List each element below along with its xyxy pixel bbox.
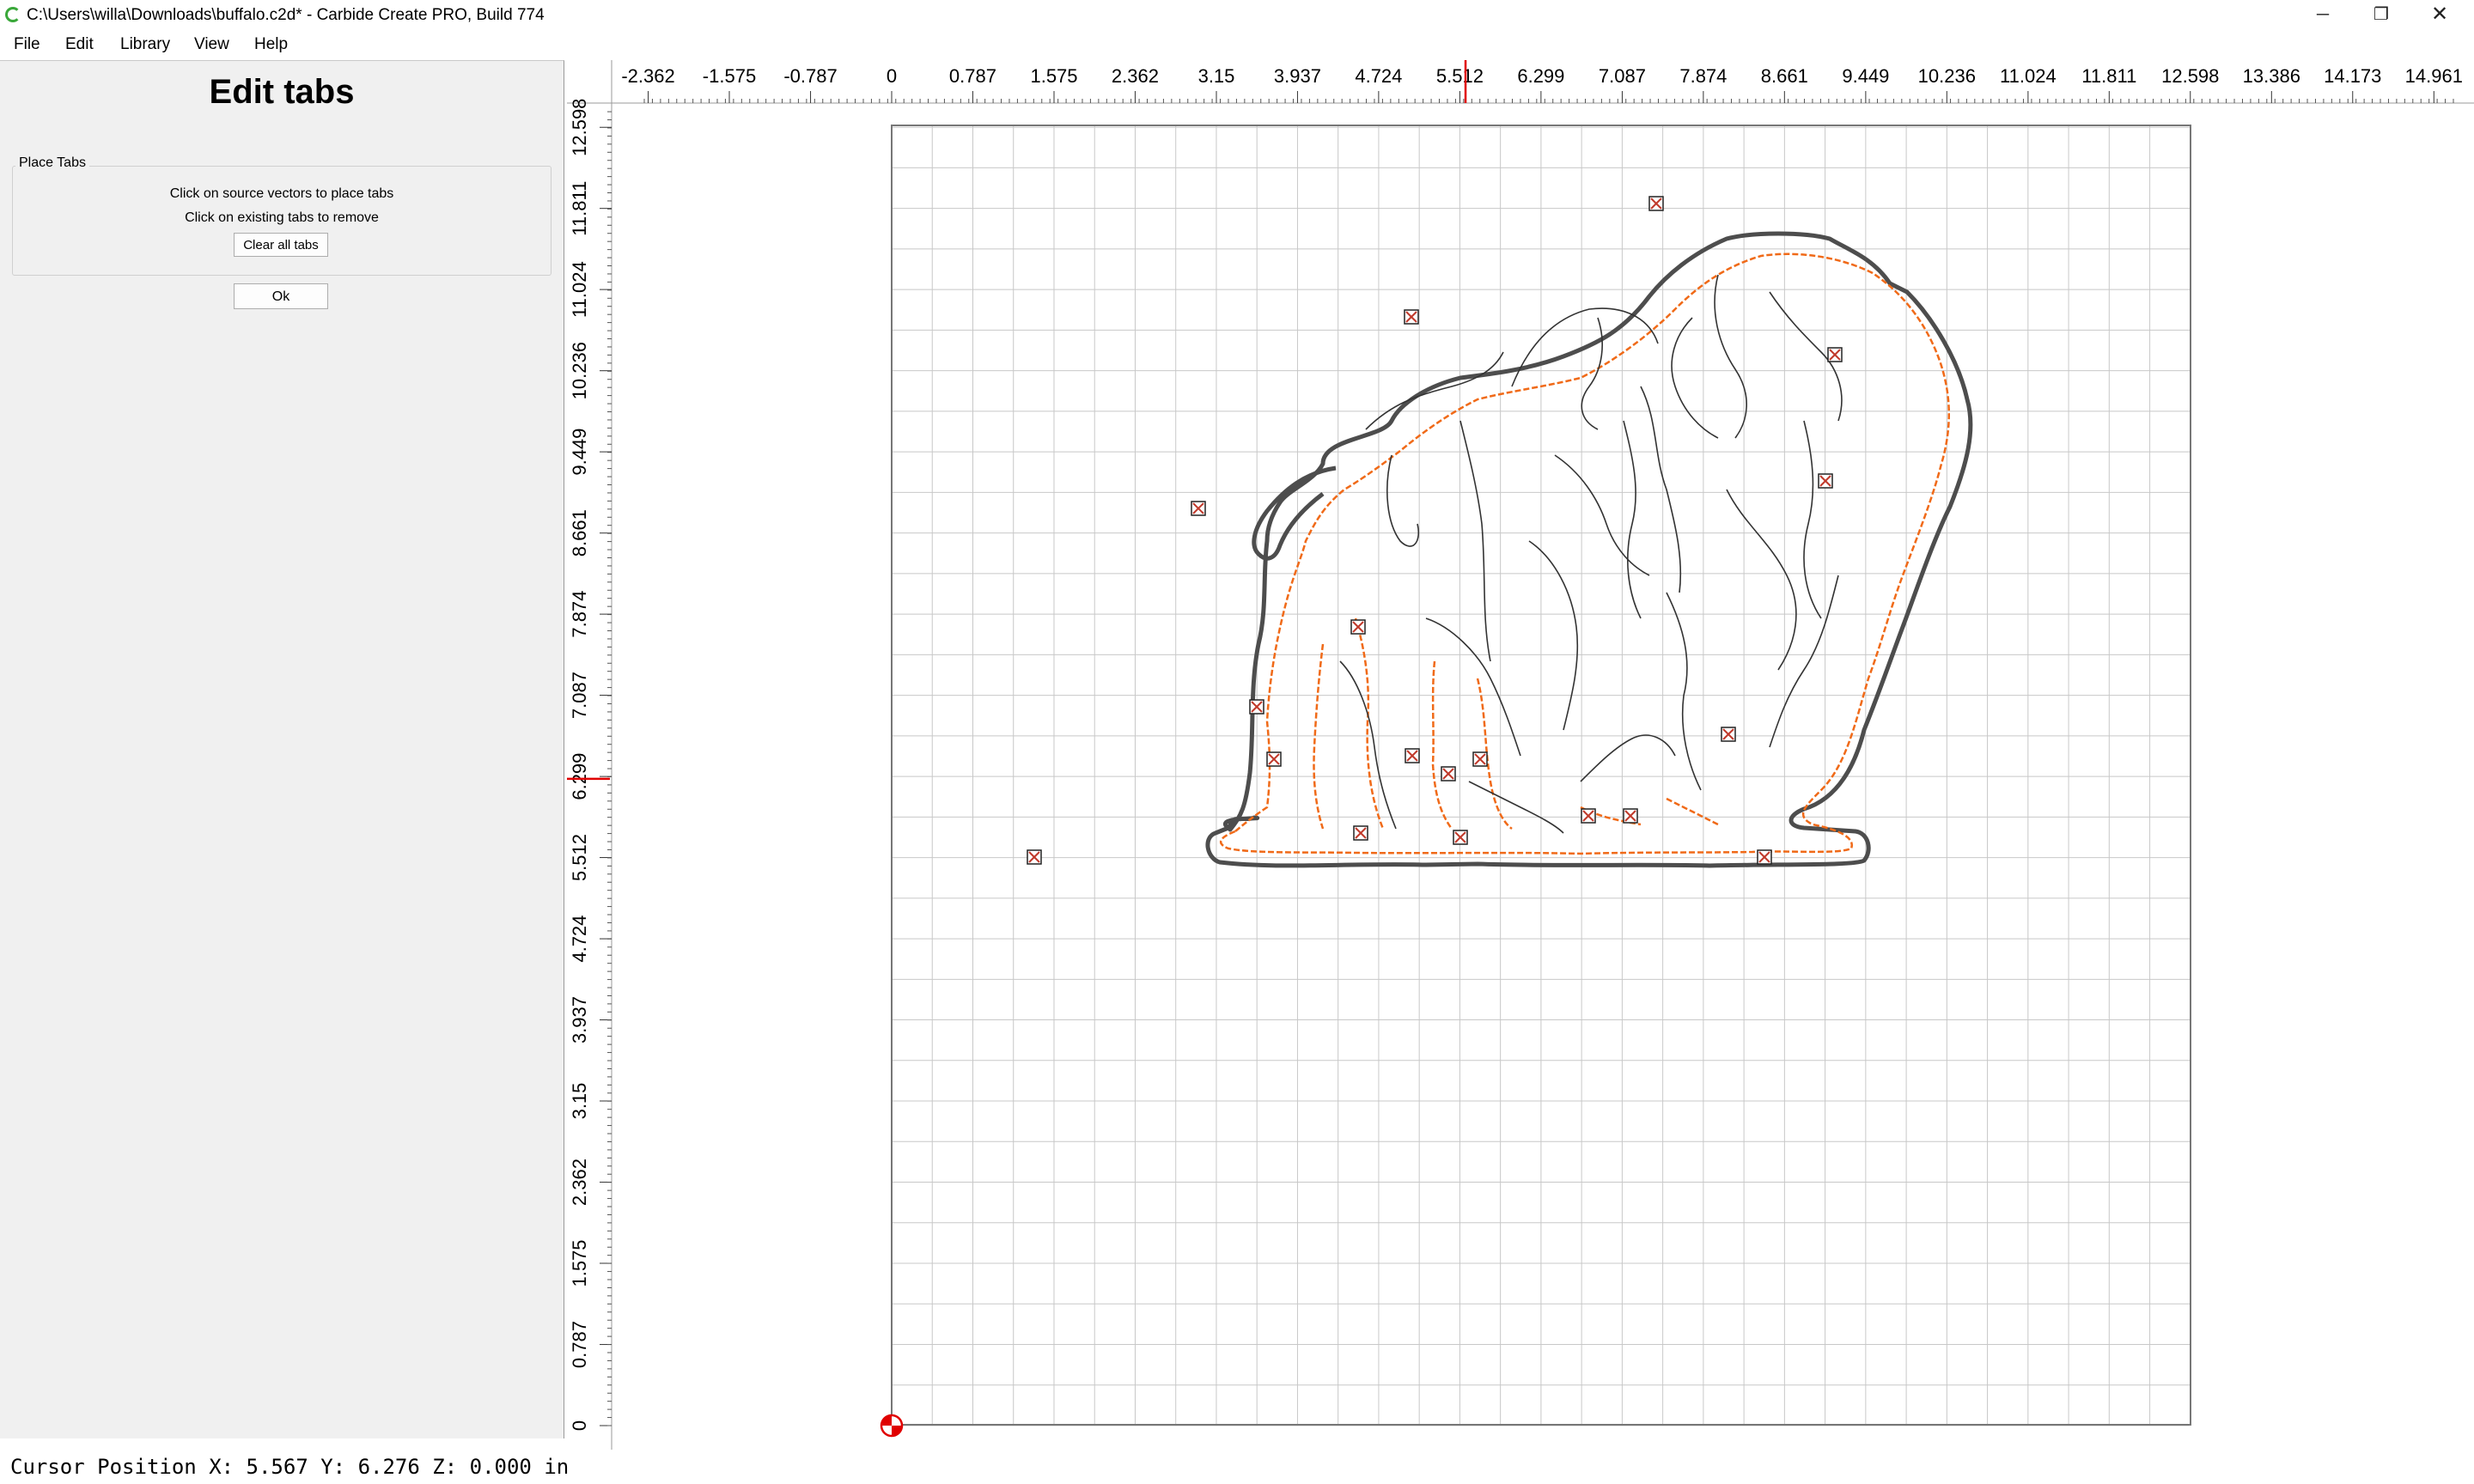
group-title: Place Tabs [15,155,89,171]
ruler-label: -0.787 [783,65,837,87]
ruler-label: 0 [569,1420,590,1431]
ruler-label: 7.874 [569,591,590,638]
tab-marker[interactable] [1191,501,1206,516]
tab-marker[interactable] [1581,808,1596,824]
window-title: C:\Users\willa\Downloads\buffalo.c2d* - … [27,6,545,24]
tab-marker[interactable] [1266,751,1282,767]
design-canvas[interactable]: -2.362 -1.575 -0.787 0 0.787 1.575 2.362 3.15 3.… [567,60,2474,1450]
ruler-label: 6.299 [569,753,590,800]
menu-help[interactable]: Help [254,35,288,54]
ruler-label: 12.598 [2161,65,2219,87]
tab-marker[interactable] [1350,619,1366,635]
ruler-label: 12.598 [569,99,590,156]
ruler-label: 4.724 [569,915,590,963]
ruler-label: 4.724 [1355,65,1402,87]
status-bar: Cursor Position X: 5.567 Y: 6.276 Z: 0.0… [0,1451,2474,1484]
tab-marker[interactable] [1818,473,1833,489]
ruler-label: 10.236 [569,342,590,399]
tab-marker[interactable] [1404,309,1419,325]
tab-marker[interactable] [1648,196,1664,211]
maximize-button[interactable]: ❐ [2354,0,2409,31]
tab-marker[interactable] [1757,849,1772,865]
tab-marker[interactable] [1405,748,1420,763]
ruler-label: 3.15 [569,1083,590,1120]
ruler-label: 5.512 [1436,65,1484,87]
ruler-label: 11.024 [569,261,590,318]
ruler-label: 13.386 [2243,65,2300,87]
ruler-label: 8.661 [569,509,590,556]
ruler-label: 3.15 [1198,65,1235,87]
tab-marker[interactable] [1249,699,1264,715]
ruler-label: 2.362 [1112,65,1159,87]
cursor-position: Cursor Position X: 5.567 Y: 6.276 Z: 0.0… [10,1455,570,1479]
ruler-label: 11.811 [569,181,590,236]
ruler-label: 14.961 [2405,65,2463,87]
ruler-label: 0 [887,65,897,87]
ruler-label: 8.661 [1761,65,1808,87]
origin-marker [880,1414,904,1438]
ruler-label: 7.087 [1599,65,1646,87]
title-bar: C:\Users\willa\Downloads\buffalo.c2d* - … [0,0,2474,31]
ruler-label: 3.937 [569,996,590,1043]
menu-view[interactable]: View [194,35,229,54]
menu-bar: File Edit Library View Help [0,31,2474,58]
menu-file[interactable]: File [14,35,40,54]
ruler-label: 11.024 [2000,65,2057,87]
ruler-label: 7.874 [1679,65,1727,87]
minimize-button[interactable]: ─ [2295,0,2350,31]
ruler-label: 7.087 [569,672,590,719]
ruler-label: 1.575 [569,1239,590,1286]
stock-grid [891,125,2191,1426]
ruler-label: 0.787 [569,1321,590,1368]
tab-marker[interactable] [1441,766,1456,782]
ruler-label: -2.362 [621,65,674,87]
ruler-label: 3.937 [1274,65,1321,87]
instruction-remove: Click on existing tabs to remove [185,210,379,225]
tab-marker[interactable] [1472,751,1488,767]
tab-marker[interactable] [1721,727,1736,742]
ruler-label: 9.449 [569,429,590,476]
ruler-label: 14.173 [2324,65,2381,87]
menu-library[interactable]: Library [120,35,170,54]
menu-edit[interactable]: Edit [65,35,94,54]
canvas-svg[interactable]: -2.362 -1.575 -0.787 0 0.787 1.575 2.362 3.15 3.… [567,60,2474,1450]
ok-button[interactable]: Ok [234,283,328,309]
ruler-label: 10.236 [1918,65,1976,87]
ruler-label: 0.787 [949,65,996,87]
ruler-label: 2.362 [569,1159,590,1206]
instruction-place: Click on source vectors to place tabs [169,186,394,201]
ruler-label: 5.512 [569,834,590,881]
close-button[interactable]: ✕ [2412,0,2467,31]
app-icon [5,7,21,22]
ruler-label: 6.299 [1517,65,1564,87]
ruler-label: 9.449 [1842,65,1889,87]
ruler-label: 1.575 [1030,65,1077,87]
panel-title: Edit tabs [209,73,355,111]
tab-marker[interactable] [1827,347,1843,362]
ruler-label: 11.811 [2081,65,2136,87]
tab-marker[interactable] [1453,830,1468,845]
ruler-label: -1.575 [703,65,756,87]
tab-marker[interactable] [1353,825,1368,841]
tab-marker[interactable] [1027,849,1042,865]
edit-tabs-panel: Edit tabs Place Tabs Click on source vec… [0,60,564,1438]
tab-marker[interactable] [1623,808,1638,824]
clear-all-tabs-button[interactable]: Clear all tabs [234,233,328,257]
